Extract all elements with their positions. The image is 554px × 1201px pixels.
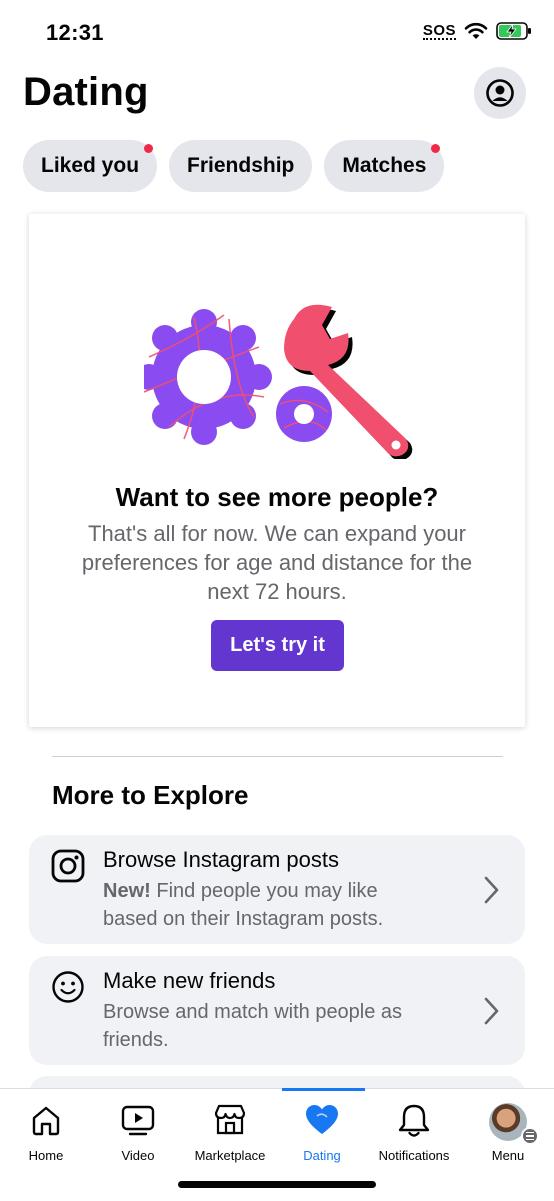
- marketplace-icon: [214, 1104, 246, 1135]
- smiley-icon: [52, 971, 84, 1003]
- filter-chips: Liked you Friendship Matches: [23, 140, 445, 192]
- nav-marketplace[interactable]: Marketplace: [184, 1089, 276, 1169]
- chip-label: Friendship: [187, 154, 295, 177]
- battery-charging-icon: [496, 22, 531, 40]
- chip-label: Matches: [342, 154, 427, 177]
- profile-icon: [486, 79, 514, 107]
- explore-item-description: New! Find people you may like based on t…: [103, 877, 433, 933]
- chevron-right-icon: [484, 876, 499, 904]
- status-indicators: SOS: [422, 21, 532, 40]
- home-indicator: [178, 1181, 376, 1188]
- nav-label: Home: [28, 1148, 64, 1163]
- notification-dot: [144, 144, 154, 153]
- chip-friendship[interactable]: Friendship: [169, 140, 313, 192]
- nav-label: Notifications: [378, 1148, 450, 1163]
- profile-button[interactable]: [474, 67, 526, 119]
- chip-liked-you[interactable]: Liked you: [23, 140, 158, 192]
- card-title: Want to see more people?: [115, 482, 439, 512]
- explore-item-title: Make new friends: [103, 968, 276, 993]
- sos-indicator: SOS: [422, 21, 456, 40]
- video-icon: [121, 1105, 155, 1136]
- gear-wrench-illustration: [144, 304, 413, 459]
- new-label: New!: [103, 880, 151, 902]
- expand-preferences-card: Want to see more people? That's all for …: [29, 214, 525, 727]
- lets-try-it-button[interactable]: Let's try it: [211, 620, 344, 671]
- nav-label: Video: [121, 1148, 155, 1163]
- instagram-icon: [51, 849, 85, 883]
- chip-matches[interactable]: Matches: [324, 140, 445, 192]
- page-title: Dating: [23, 70, 149, 114]
- nav-label: Dating: [303, 1148, 341, 1163]
- nav-notifications[interactable]: Notifications: [368, 1089, 460, 1169]
- chevron-right-icon: [484, 997, 499, 1025]
- bell-icon: [398, 1104, 430, 1137]
- wifi-icon: [464, 22, 488, 39]
- nav-label: Menu: [491, 1148, 525, 1163]
- notification-dot: [431, 144, 441, 153]
- explore-item-description: Browse and match with people as friends.: [103, 1001, 403, 1051]
- explore-item-instagram[interactable]: Browse Instagram posts New! Find people …: [29, 835, 525, 944]
- nav-menu[interactable]: Menu: [462, 1089, 554, 1169]
- status-time: 12:31: [46, 20, 104, 45]
- chip-label: Liked you: [41, 154, 140, 177]
- nav-home[interactable]: Home: [0, 1089, 92, 1169]
- heart-icon: [306, 1105, 338, 1134]
- nav-label: Marketplace: [194, 1148, 266, 1163]
- nav-dating[interactable]: Dating: [276, 1089, 368, 1169]
- section-divider: [52, 756, 503, 757]
- nav-video[interactable]: Video: [92, 1089, 184, 1169]
- explore-item-make-friends[interactable]: Make new friends Browse and match with p…: [29, 956, 525, 1065]
- explore-item-title: Browse Instagram posts: [103, 847, 339, 872]
- menu-icon: [521, 1127, 539, 1145]
- home-icon: [32, 1106, 60, 1136]
- status-bar: 12:31 SOS: [0, 0, 554, 64]
- more-to-explore-heading: More to Explore: [52, 780, 249, 810]
- card-description: That's all for now. We can expand your p…: [81, 521, 473, 604]
